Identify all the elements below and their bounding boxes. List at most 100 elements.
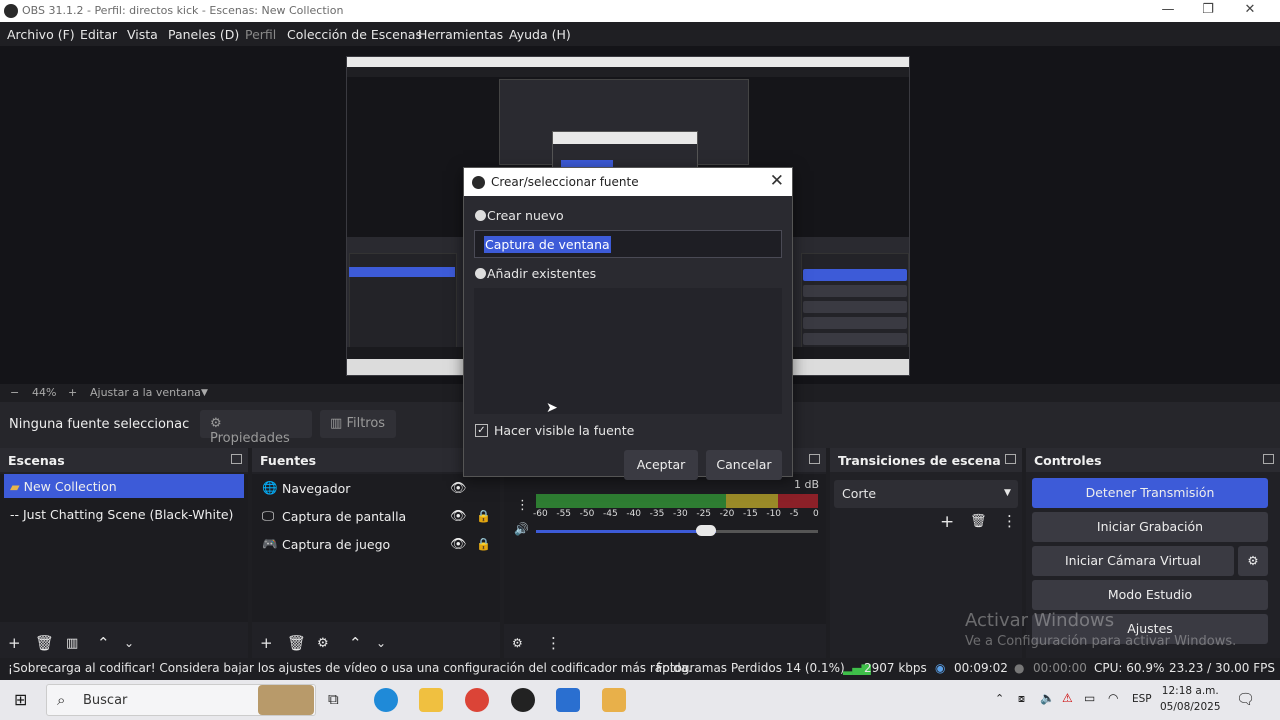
obs-taskbar-icon[interactable] (511, 688, 535, 712)
meter-tick-label: -50 (579, 509, 595, 519)
folder-icon: ▰ (10, 479, 20, 494)
lock-icon[interactable]: 🔒 (476, 537, 491, 551)
close-button[interactable]: ✕ (1228, 0, 1272, 22)
remove-scene-button[interactable]: 🗑 (35, 634, 54, 652)
source-move-up-button[interactable]: ⌃ (349, 634, 362, 652)
undock-icon[interactable] (809, 454, 820, 464)
accept-button[interactable]: Aceptar (624, 450, 698, 480)
globe-icon: 🌐 (262, 480, 278, 495)
virtual-camera-gear-icon[interactable]: ⚙ (1238, 546, 1268, 576)
add-transition-button[interactable]: + (940, 512, 954, 532)
mixer-more-icon[interactable]: ⋮ (546, 634, 561, 652)
undock-icon[interactable] (231, 454, 242, 464)
eye-icon[interactable]: 👁 (450, 481, 467, 496)
tray-network-icon[interactable]: ⧇ (1018, 692, 1025, 706)
file-explorer-icon[interactable] (419, 688, 443, 712)
properties-button[interactable]: ⚙ Propiedades (200, 410, 312, 446)
menu-coleccion-escenas[interactable]: Colección de Escenas (287, 27, 422, 42)
search-icon: ⌕ (57, 691, 66, 709)
remove-transition-button[interactable]: 🗑 (970, 514, 987, 529)
tray-chevron-icon[interactable]: ⌃ (995, 692, 1004, 705)
owl-widget-icon[interactable] (258, 685, 314, 715)
source-properties-gear-icon[interactable]: ⚙ (317, 636, 329, 651)
chevron-down-icon: ▼ (1004, 488, 1011, 498)
notifications-icon[interactable]: 🗨 (1236, 690, 1255, 708)
add-existing-radio[interactable] (475, 268, 486, 279)
transition-select[interactable]: Corte ▼ (834, 480, 1018, 508)
volume-slider-handle[interactable] (696, 525, 716, 536)
task-view-icon[interactable]: ⧉ (328, 690, 339, 708)
preview-mirror-btn (803, 317, 907, 329)
meter-tick-label: -35 (649, 509, 665, 519)
filters-button[interactable]: ▥ Filtros (320, 410, 396, 438)
speaker-icon[interactable]: 🔊 (514, 522, 529, 536)
tray-language[interactable]: ESP (1132, 693, 1152, 705)
add-scene-button[interactable]: + (8, 634, 21, 652)
make-visible-checkbox[interactable]: ✓ (475, 424, 488, 437)
cancel-button[interactable]: Cancelar (706, 450, 782, 480)
tray-wifi-icon[interactable]: ◠ (1108, 691, 1118, 705)
store-icon[interactable] (556, 688, 580, 712)
stop-stream-button[interactable]: Detener Transmisión (1032, 478, 1268, 508)
advanced-audio-gear-icon[interactable]: ⚙ (512, 636, 523, 650)
zoom-dropdown-icon[interactable]: ▼ (201, 388, 208, 398)
lock-icon[interactable]: 🔒 (476, 509, 491, 523)
mixer-db-label: 1 dB (794, 478, 820, 491)
scene-filters-button[interactable]: ▥ (66, 636, 78, 651)
dialog-title: Crear/seleccionar fuente (491, 175, 639, 189)
studio-mode-button[interactable]: Modo Estudio (1032, 580, 1268, 610)
undock-icon[interactable] (1263, 454, 1274, 464)
tray-warning-icon[interactable]: ⚠ (1062, 691, 1073, 705)
source-item-captura-juego[interactable]: 🎮 Captura de juego 👁 🔒 (260, 532, 492, 556)
minimize-button[interactable]: — (1146, 0, 1190, 22)
source-item-captura-pantalla[interactable]: 🖵 Captura de pantalla 👁 🔒 (260, 504, 492, 528)
menu-perfil[interactable]: Perfil (245, 27, 276, 42)
move-up-button[interactable]: ⌃ (97, 634, 110, 652)
fps: 23.23 / 30.00 FPS (1169, 661, 1275, 675)
undock-icon[interactable] (1005, 454, 1016, 464)
menu-paneles[interactable]: Paneles (D) (168, 27, 239, 42)
source-item-navegador[interactable]: 🌐 Navegador 👁 (260, 476, 492, 500)
filters-label: Filtros (346, 416, 386, 431)
add-source-button[interactable]: + (260, 634, 273, 652)
eye-icon[interactable]: 👁 (450, 509, 467, 524)
windows-start-icon[interactable]: ⊞ (14, 690, 27, 709)
edge-icon[interactable] (374, 688, 398, 712)
menu-archivo[interactable]: Archivo (F) (7, 27, 75, 42)
move-down-button[interactable]: ⌄ (124, 636, 134, 650)
meter-tick-label: -10 (766, 509, 782, 519)
maximize-button[interactable]: ❐ (1186, 0, 1230, 22)
app-icon[interactable] (602, 688, 626, 712)
source-move-down-button[interactable]: ⌄ (376, 636, 386, 650)
tray-battery-icon[interactable]: ▭ (1084, 691, 1095, 705)
existing-sources-list[interactable] (474, 288, 782, 414)
zoom-out-button[interactable]: − (10, 386, 19, 399)
scene-item-just-chatting[interactable]: -- Just Chatting Scene (Black-White) (4, 502, 244, 526)
tray-volume-icon[interactable]: 🔈 (1040, 691, 1055, 705)
meter-tick-label: -40 (626, 509, 642, 519)
dialog-close-icon[interactable]: ✕ (770, 171, 784, 191)
remove-source-button[interactable]: 🗑 (287, 634, 306, 652)
mixer-menu-icon[interactable]: ⋮ (516, 498, 529, 513)
menu-editar[interactable]: Editar (80, 27, 117, 42)
menu-bar: Archivo (F) Editar Vista Paneles (D) Per… (0, 22, 1280, 46)
fit-window-label[interactable]: Ajustar a la ventana (90, 386, 201, 399)
create-new-radio[interactable] (475, 210, 486, 221)
zoom-in-button[interactable]: + (68, 386, 77, 399)
eye-icon[interactable]: 👁 (450, 537, 467, 552)
menu-vista[interactable]: Vista (127, 27, 158, 42)
menu-ayuda[interactable]: Ayuda (H) (509, 27, 571, 42)
clock-date: 05/08/2025 (1160, 701, 1221, 713)
taskbar-clock[interactable]: 12:18 a.m. 05/08/2025 (1160, 683, 1221, 715)
meter-tick-label: -20 (719, 509, 735, 519)
virtual-camera-button[interactable]: Iniciar Cámara Virtual (1032, 546, 1234, 576)
meter-tick-label: 0 (813, 509, 819, 519)
menu-herramientas[interactable]: Herramientas (418, 27, 503, 42)
transition-more-icon[interactable]: ⋮ (1002, 512, 1017, 530)
meter-tick-label: -55 (556, 509, 572, 519)
scene-item-new-collection[interactable]: ▰ New Collection (4, 474, 244, 498)
chrome-icon[interactable] (465, 688, 489, 712)
preview-mirror-btn (803, 333, 907, 345)
start-recording-button[interactable]: Iniciar Grabación (1032, 512, 1268, 542)
meter-yellow (726, 494, 778, 508)
